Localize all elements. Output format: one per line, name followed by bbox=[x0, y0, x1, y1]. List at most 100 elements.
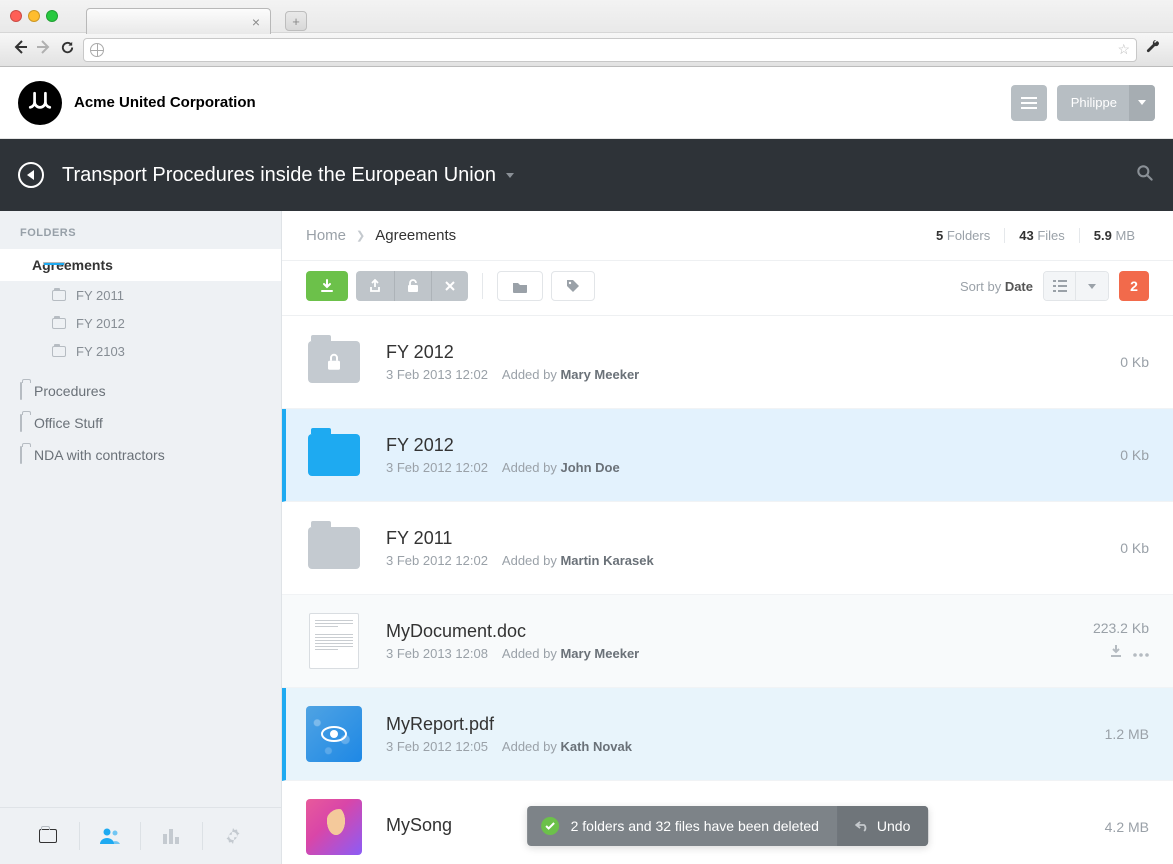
folder-icon bbox=[308, 527, 360, 569]
bar-chart-icon bbox=[162, 828, 180, 844]
sort-by-button[interactable]: Sort by Date bbox=[960, 279, 1033, 294]
reload-icon[interactable] bbox=[60, 40, 75, 60]
forward-icon[interactable] bbox=[36, 39, 52, 60]
unlock-icon bbox=[407, 279, 419, 293]
file-row[interactable]: FY 2011 3 Feb 2012 12:02Added by Martin … bbox=[282, 502, 1173, 595]
url-bar[interactable]: ☆ bbox=[83, 38, 1137, 62]
sidebar-item-office-stuff[interactable]: Office Stuff bbox=[0, 407, 281, 439]
company-name: Acme United Corporation bbox=[74, 94, 256, 111]
view-list-button[interactable] bbox=[1044, 272, 1076, 300]
hamburger-icon bbox=[1021, 102, 1037, 104]
folder-icon bbox=[39, 829, 57, 843]
file-name: MyReport.pdf bbox=[386, 714, 1105, 735]
sidebar: FOLDERS Agreements FY 2011 FY 2012 FY 21… bbox=[0, 211, 282, 864]
main-menu-button[interactable] bbox=[1011, 85, 1047, 121]
file-name: FY 2012 bbox=[386, 435, 1120, 456]
file-row[interactable]: MyReport.pdf 3 Feb 2012 12:05Added by Ka… bbox=[282, 688, 1173, 781]
sidebar-item-label: Office Stuff bbox=[34, 415, 103, 431]
new-tab-button[interactable]: + bbox=[285, 11, 307, 31]
sidebar-subitem[interactable]: FY 2011 bbox=[0, 281, 281, 309]
folder-icon bbox=[20, 447, 22, 463]
globe-icon bbox=[90, 43, 104, 57]
undo-icon bbox=[855, 820, 869, 832]
page-title: Transport Procedures inside the European… bbox=[62, 164, 496, 187]
folder-icon bbox=[20, 383, 22, 399]
share-button[interactable] bbox=[356, 271, 394, 301]
chevron-down-icon bbox=[1138, 100, 1146, 105]
gear-icon bbox=[223, 826, 243, 846]
view-dropdown-button[interactable] bbox=[1076, 272, 1108, 300]
back-icon[interactable] bbox=[12, 39, 28, 60]
sidebar-item-agreements[interactable]: Agreements bbox=[0, 249, 281, 281]
toast-notification: 2 folders and 32 files have been deleted… bbox=[527, 806, 929, 846]
image-thumbnail bbox=[306, 799, 362, 855]
download-icon bbox=[320, 279, 334, 293]
folder-icon bbox=[52, 290, 66, 301]
download-button[interactable] bbox=[306, 271, 348, 301]
people-icon bbox=[99, 827, 121, 845]
tag-icon bbox=[566, 279, 580, 293]
folder-icon bbox=[20, 415, 22, 431]
file-list: FY 2012 3 Feb 2013 12:02Added by Mary Me… bbox=[282, 316, 1173, 859]
window-zoom-button[interactable] bbox=[46, 10, 58, 22]
toast-message: 2 folders and 32 files have been deleted bbox=[571, 818, 837, 834]
folder-icon bbox=[308, 434, 360, 476]
chevron-right-icon: ❯ bbox=[356, 229, 365, 242]
nav-people-button[interactable] bbox=[80, 822, 142, 850]
sidebar-subitem[interactable]: FY 2012 bbox=[0, 309, 281, 337]
folder-icon bbox=[52, 318, 66, 329]
file-row[interactable]: FY 2012 3 Feb 2012 12:02Added by John Do… bbox=[282, 409, 1173, 502]
download-file-button[interactable] bbox=[1109, 644, 1123, 663]
chevron-down-icon bbox=[1088, 284, 1096, 289]
sidebar-bottom-nav bbox=[0, 807, 281, 864]
title-dropdown-icon[interactable] bbox=[506, 173, 514, 178]
settings-wrench-icon[interactable] bbox=[1145, 39, 1161, 60]
folder-locked-icon bbox=[308, 341, 360, 383]
breadcrumb-current: Agreements bbox=[375, 227, 456, 244]
pdf-preview-icon bbox=[306, 706, 362, 762]
nav-settings-button[interactable] bbox=[203, 822, 264, 850]
selection-count-badge[interactable]: 2 bbox=[1119, 271, 1149, 301]
document-icon bbox=[309, 613, 359, 669]
folder-stats: 5 Folders 43 Files 5.9 MB bbox=[922, 228, 1149, 243]
browser-tab[interactable]: × bbox=[86, 8, 271, 34]
user-menu-button[interactable]: Philippe bbox=[1057, 85, 1155, 121]
company-logo[interactable] bbox=[18, 81, 62, 125]
back-button[interactable] bbox=[18, 162, 44, 188]
window-close-button[interactable] bbox=[10, 10, 22, 22]
sidebar-item-label: Agreements bbox=[32, 257, 113, 273]
file-name: MyDocument.doc bbox=[386, 621, 1093, 642]
title-bar: Transport Procedures inside the European… bbox=[0, 139, 1173, 211]
sidebar-item-procedures[interactable]: Procedures bbox=[0, 375, 281, 407]
undo-button[interactable]: Undo bbox=[837, 806, 928, 846]
tab-close-icon[interactable]: × bbox=[252, 14, 260, 30]
delete-button[interactable] bbox=[431, 271, 468, 301]
sidebar-item-nda[interactable]: NDA with contractors bbox=[0, 439, 281, 471]
file-row[interactable]: FY 2012 3 Feb 2013 12:02Added by Mary Me… bbox=[282, 316, 1173, 409]
file-name: FY 2011 bbox=[386, 528, 1120, 549]
sidebar-header: FOLDERS bbox=[0, 211, 281, 249]
folder-icon bbox=[52, 346, 66, 357]
user-name: Philippe bbox=[1071, 95, 1117, 110]
back-triangle-icon bbox=[27, 170, 34, 180]
share-icon bbox=[368, 279, 382, 293]
main-content: Home ❯ Agreements 5 Folders 43 Files 5.9… bbox=[282, 211, 1173, 864]
window-minimize-button[interactable] bbox=[28, 10, 40, 22]
unlock-button[interactable] bbox=[394, 271, 431, 301]
sidebar-item-label: NDA with contractors bbox=[34, 447, 165, 463]
breadcrumb-home[interactable]: Home bbox=[306, 227, 346, 244]
close-icon bbox=[444, 280, 456, 292]
search-button[interactable] bbox=[1135, 163, 1155, 188]
file-row[interactable]: MyDocument.doc 3 Feb 2013 12:08Added by … bbox=[282, 595, 1173, 688]
nav-stats-button[interactable] bbox=[141, 822, 203, 850]
sidebar-subitem[interactable]: FY 2103 bbox=[0, 337, 281, 365]
nav-files-button[interactable] bbox=[18, 822, 80, 850]
new-folder-button[interactable] bbox=[497, 271, 543, 301]
more-options-button[interactable] bbox=[1133, 644, 1149, 663]
sidebar-item-label: Procedures bbox=[34, 383, 106, 399]
bookmark-star-icon[interactable]: ☆ bbox=[1117, 41, 1130, 58]
file-name: FY 2012 bbox=[386, 342, 1120, 363]
tag-button[interactable] bbox=[551, 271, 595, 301]
check-icon bbox=[541, 817, 559, 835]
browser-chrome: × + ☆ bbox=[0, 0, 1173, 67]
